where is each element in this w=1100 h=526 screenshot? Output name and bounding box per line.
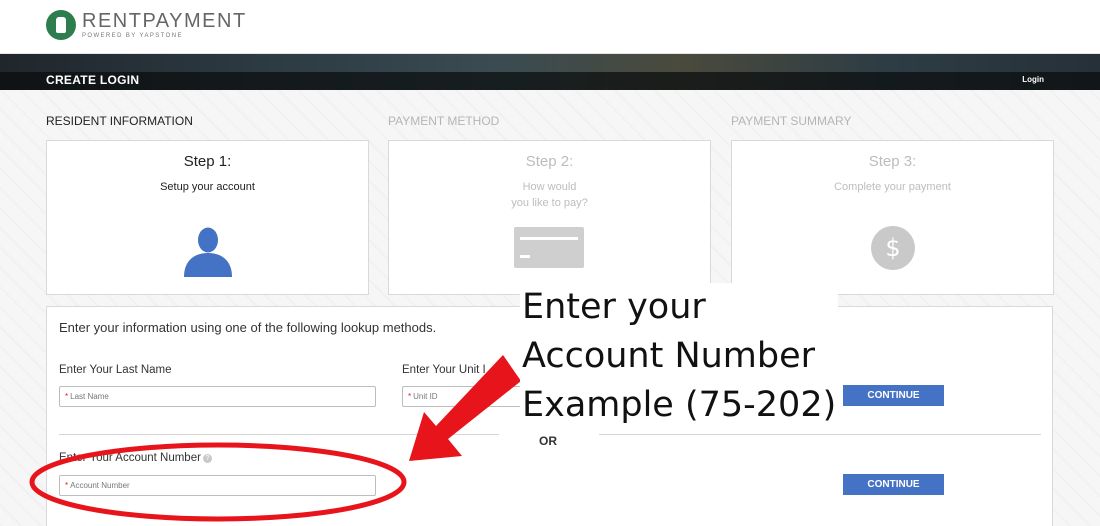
unit-id-placeholder: Unit ID xyxy=(413,392,438,401)
unit-id-input[interactable]: * Unit ID xyxy=(402,386,532,407)
credit-card-icon xyxy=(514,227,584,268)
continue-button-name-lookup[interactable]: CONTINUE xyxy=(843,385,944,406)
step-2-description-line1: How would xyxy=(522,181,577,193)
required-mark: * xyxy=(408,392,412,401)
annotation-line-3: Example (75-202) xyxy=(522,385,837,425)
step-2-description-line2: you like to pay? xyxy=(511,197,588,209)
step-3-card: Step 3: Complete your payment $ xyxy=(731,140,1054,295)
step-3-title: Step 3: xyxy=(868,153,917,170)
account-number-label-text: Enter Your Account Number xyxy=(59,452,201,464)
annotation-callout: Enter your Account Number Example (75-20… xyxy=(520,283,839,430)
banner-strip xyxy=(0,72,1100,90)
step-2-title: Step 2: xyxy=(525,153,574,170)
step-3-description: Complete your payment xyxy=(834,181,951,193)
required-mark: * xyxy=(65,481,69,490)
section-label-payment-method: PAYMENT METHOD xyxy=(388,114,500,128)
last-name-label: Enter Your Last Name xyxy=(59,364,172,376)
last-name-placeholder: Last Name xyxy=(70,392,109,401)
user-icon xyxy=(184,227,232,277)
step-1-title: Step 1: xyxy=(183,153,232,170)
annotation-line-1: Enter your xyxy=(522,287,706,327)
top-header: RENTPAYMENT POWERED BY YAPSTONE xyxy=(0,0,1100,54)
account-number-label: Enter Your Account Number? xyxy=(59,452,212,464)
or-separator: OR xyxy=(539,434,557,448)
lookup-instructions: Enter your information using one of the … xyxy=(59,320,437,335)
divider-right xyxy=(599,434,1041,435)
last-name-input[interactable]: * Last Name xyxy=(59,386,376,407)
step-1-card: Step 1: Setup your account xyxy=(46,140,369,295)
logo-tagline: POWERED BY YAPSTONE xyxy=(82,33,183,39)
divider-left xyxy=(59,434,499,435)
annotation-line-2: Account Number xyxy=(522,336,816,376)
help-icon[interactable]: ? xyxy=(202,454,212,463)
account-number-input[interactable]: * Account Number xyxy=(59,475,376,496)
continue-button-account-lookup[interactable]: CONTINUE xyxy=(843,474,944,495)
required-mark: * xyxy=(65,392,69,401)
rentpayment-logo[interactable]: RENTPAYMENT POWERED BY YAPSTONE xyxy=(46,10,247,40)
logo-name: RENTPAYMENT xyxy=(82,10,247,32)
section-label-payment-summary: PAYMENT SUMMARY xyxy=(731,114,852,128)
account-number-placeholder: Account Number xyxy=(70,481,130,490)
step-2-description: How would you like to pay? xyxy=(389,179,710,211)
logo-icon xyxy=(46,10,76,40)
page-title: CREATE LOGIN xyxy=(46,73,140,87)
step-2-card: Step 2: How would you like to pay? xyxy=(388,140,711,295)
login-link[interactable]: Login xyxy=(1022,75,1044,84)
step-1-description: Setup your account xyxy=(160,181,255,193)
unit-id-label: Enter Your Unit I xyxy=(402,364,486,376)
page-banner: CREATE LOGIN Login xyxy=(0,54,1100,90)
dollar-icon: $ xyxy=(871,226,915,270)
section-label-resident-information: RESIDENT INFORMATION xyxy=(46,114,193,128)
